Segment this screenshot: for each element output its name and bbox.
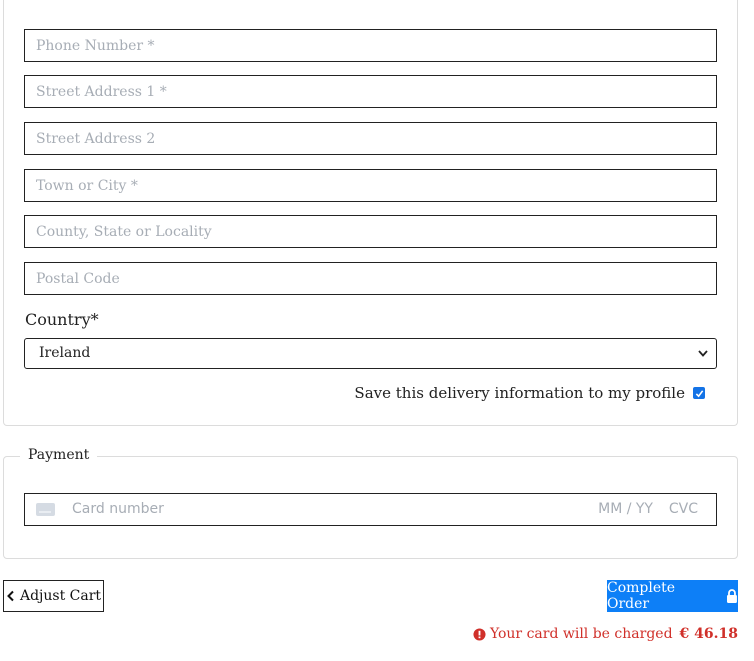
exclamation-circle-icon: [473, 627, 486, 641]
country-select-value: Ireland: [39, 345, 91, 361]
complete-order-button[interactable]: Complete Order: [607, 580, 738, 612]
adjust-cart-label: Adjust Cart: [19, 588, 102, 604]
county-input[interactable]: [24, 215, 717, 248]
charge-text: Your card will be charged: [489, 626, 673, 642]
card-input[interactable]: Card number MM / YY CVC: [24, 493, 717, 526]
postal-code-input[interactable]: [24, 262, 717, 295]
street-address-1-input[interactable]: [24, 75, 717, 108]
payment-legend: Payment: [20, 447, 98, 463]
credit-card-icon: [36, 503, 55, 516]
chevron-left-icon: [7, 590, 14, 602]
phone-number-input[interactable]: [24, 29, 717, 62]
street-address-2-input[interactable]: [24, 122, 717, 155]
lock-icon: [727, 589, 738, 603]
check-icon: [695, 389, 703, 397]
card-number-placeholder: Card number: [72, 501, 164, 517]
card-cvc-placeholder: CVC: [668, 501, 698, 517]
country-label: Country*: [25, 310, 99, 329]
adjust-cart-button[interactable]: Adjust Cart: [3, 580, 104, 612]
card-expiry-placeholder: MM / YY: [598, 501, 653, 517]
charge-notice: Your card will be charged € 46.18: [473, 626, 738, 642]
chevron-down-icon: [698, 350, 708, 357]
town-or-city-input[interactable]: [24, 169, 717, 202]
save-info-row: Save this delivery information to my pro…: [354, 384, 705, 402]
complete-order-label: Complete Order: [607, 580, 676, 612]
save-info-label: Save this delivery information to my pro…: [354, 384, 685, 402]
country-select[interactable]: Ireland: [24, 338, 717, 369]
charge-amount: € 46.18: [679, 626, 738, 642]
save-info-checkbox[interactable]: [693, 387, 705, 399]
